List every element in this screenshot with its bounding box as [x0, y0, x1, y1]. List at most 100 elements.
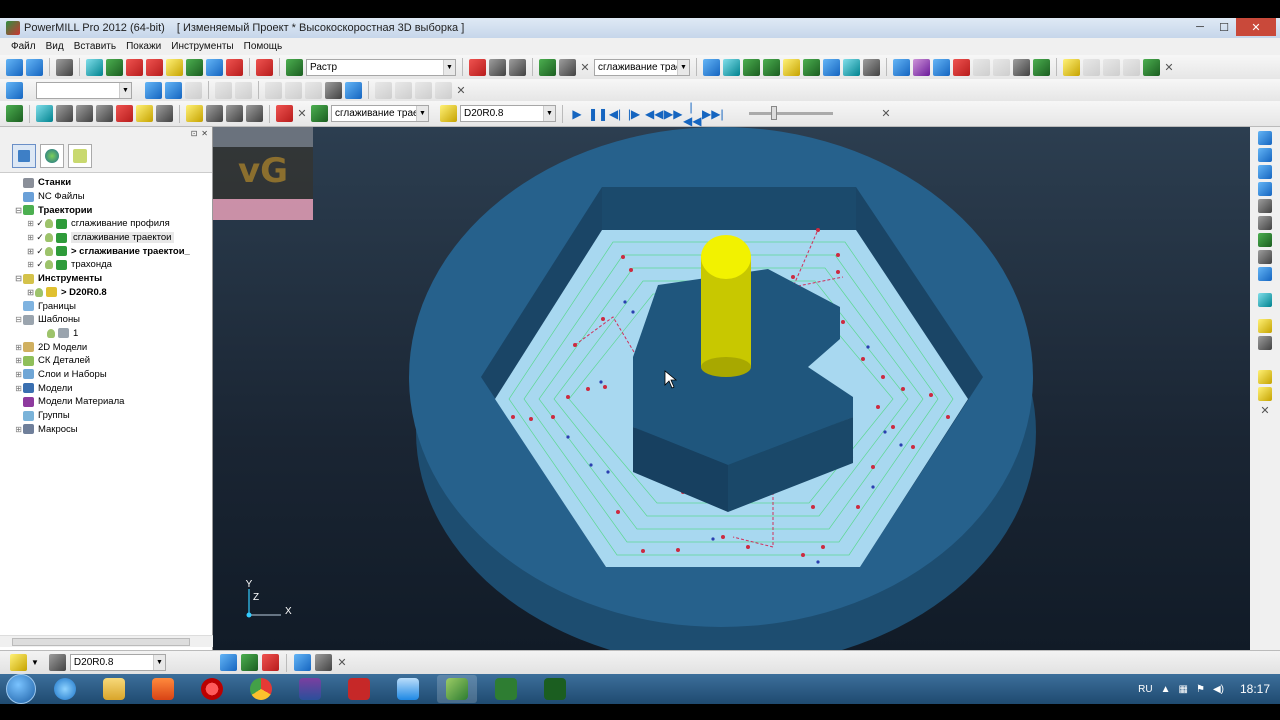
- globe-view-icon[interactable]: [1258, 336, 1272, 350]
- tree-item[interactable]: ⊟ Инструменты: [0, 272, 212, 286]
- shaded-view-icon[interactable]: [913, 58, 930, 76]
- minimize-button[interactable]: ─: [1188, 18, 1212, 36]
- leads-links-icon[interactable]: [166, 58, 183, 76]
- tool-axis-icon[interactable]: [703, 58, 720, 76]
- shaded-model-icon[interactable]: [1258, 293, 1272, 307]
- save-simulation-icon[interactable]: [246, 105, 263, 122]
- tree-item[interactable]: ⊞ Модели: [0, 381, 212, 395]
- taskbar-camtasia-recorder[interactable]: [535, 675, 575, 703]
- stock-shading-icon[interactable]: [156, 105, 173, 122]
- tool-delete-icon[interactable]: [314, 654, 332, 671]
- expand-toggle-icon[interactable]: ⊟: [14, 274, 23, 283]
- rainbow-shading-icon[interactable]: [116, 105, 133, 122]
- measure-view-icon[interactable]: [1258, 370, 1272, 384]
- rewind-icon[interactable]: ◀◀: [645, 107, 663, 121]
- cut-direction-icon[interactable]: [136, 105, 153, 122]
- viewmill-icon[interactable]: [6, 105, 23, 122]
- view-iso4-icon[interactable]: [1258, 182, 1272, 196]
- close-icon[interactable]: ✕: [1259, 404, 1271, 417]
- open-project-icon[interactable]: [6, 58, 23, 76]
- flag-icon[interactable]: ⚑: [1196, 684, 1205, 695]
- rapid-move-heights-icon[interactable]: [106, 58, 123, 76]
- plain-shading-icon[interactable]: [56, 105, 73, 122]
- reorder-icon[interactable]: [783, 58, 800, 76]
- toolpath-combo[interactable]: сглаживание траек ▼: [594, 58, 690, 76]
- active-bulb-icon[interactable]: [45, 233, 53, 243]
- taskbar-camtasia[interactable]: [486, 675, 526, 703]
- raster-strategy-icon[interactable]: [286, 58, 303, 76]
- tree-item[interactable]: ⊞ ✓ сглаживание профиля: [0, 217, 212, 231]
- close-icon[interactable]: ✕: [1163, 61, 1175, 74]
- slider-thumb[interactable]: [771, 106, 777, 120]
- taskbar-opera[interactable]: [192, 675, 232, 703]
- edit-toolpath-icon[interactable]: [469, 58, 486, 76]
- toolpath-list-icon[interactable]: [509, 58, 526, 76]
- tree-item[interactable]: NC Файлы: [0, 190, 212, 204]
- limit-icon[interactable]: [803, 58, 820, 76]
- tool-icon[interactable]: [186, 105, 203, 122]
- simulation-tool-combo[interactable]: D20R0.8 ▼: [460, 105, 556, 122]
- menu-file[interactable]: Файл: [6, 41, 41, 52]
- go-to-end-icon[interactable]: ▶▶|: [702, 107, 724, 121]
- close-icon[interactable]: ✕: [336, 656, 348, 669]
- strategy-combo[interactable]: Растр ▼: [306, 58, 456, 76]
- step-forward-icon[interactable]: |▶: [626, 107, 642, 121]
- tool-holder-icon[interactable]: [261, 654, 279, 671]
- expand-toggle-icon[interactable]: ⊞: [14, 356, 23, 365]
- leads-icon[interactable]: [743, 58, 760, 76]
- tool-pick-icon[interactable]: [293, 654, 311, 671]
- scrollbar-thumb[interactable]: [12, 638, 190, 646]
- network-icon[interactable]: ▦: [1179, 684, 1188, 695]
- toolpath-properties-icon[interactable]: [539, 58, 556, 76]
- tree-item[interactable]: ⊟ Траектории: [0, 203, 212, 217]
- import-model-icon[interactable]: [56, 58, 73, 76]
- tree-item[interactable]: Границы: [0, 299, 212, 313]
- taskbar-powermill[interactable]: [437, 675, 477, 703]
- tree-item[interactable]: ⊞ 2D Модели: [0, 340, 212, 354]
- active-bulb-icon[interactable]: [45, 219, 53, 229]
- active-bulb-icon[interactable]: [47, 328, 55, 338]
- select-all-icon[interactable]: [145, 81, 162, 99]
- view-iso2-icon[interactable]: [1258, 148, 1272, 162]
- visibility-check-icon[interactable]: ✓: [35, 218, 45, 229]
- measure-tool-icon[interactable]: [325, 81, 342, 99]
- view-iso3-icon[interactable]: [1258, 165, 1272, 179]
- tool-database-icon[interactable]: [10, 654, 27, 671]
- split-icon[interactable]: [843, 58, 860, 76]
- close-icon[interactable]: ✕: [579, 61, 591, 74]
- smooth-shading-icon[interactable]: [76, 105, 93, 122]
- graphics-viewport[interactable]: Y X Z vG: [213, 127, 1250, 650]
- expand-toggle-icon[interactable]: ⊞: [26, 233, 35, 242]
- expand-toggle-icon[interactable]: ⊞: [14, 343, 23, 352]
- holder-icon[interactable]: [206, 105, 223, 122]
- expand-toggle-icon[interactable]: ⊞: [14, 384, 23, 393]
- curve-editor-icon[interactable]: [345, 81, 362, 99]
- tree-item[interactable]: ⊞ Слои и Наборы: [0, 368, 212, 382]
- tree-item[interactable]: ⊟ Шаблоны: [0, 313, 212, 327]
- tree-item[interactable]: ⊞ СК Деталей: [0, 354, 212, 368]
- tool-list-icon[interactable]: [48, 654, 66, 671]
- tab-recycle-bin[interactable]: [68, 143, 92, 168]
- feed-rates-icon[interactable]: [146, 58, 163, 76]
- links-icon[interactable]: [723, 58, 740, 76]
- expand-toggle-icon[interactable]: ⊞: [14, 370, 23, 379]
- menu-help[interactable]: Помощь: [239, 41, 288, 52]
- taskbar-ie[interactable]: [45, 675, 85, 703]
- clock[interactable]: 18:17: [1240, 682, 1270, 696]
- active-bulb-icon[interactable]: [35, 287, 43, 297]
- stop-simulation-icon[interactable]: [276, 105, 293, 122]
- cut-icon[interactable]: [863, 58, 880, 76]
- chevron-down-icon[interactable]: ▼: [31, 658, 39, 667]
- zoom-out-icon[interactable]: [1258, 216, 1272, 230]
- grid-view-icon[interactable]: [953, 58, 970, 76]
- zoom-fit-icon[interactable]: [1258, 250, 1272, 264]
- stock-icon[interactable]: [226, 105, 243, 122]
- close-icon[interactable]: ✕: [201, 129, 208, 138]
- tool-activate-icon[interactable]: [240, 654, 258, 671]
- toolpath-stats-icon[interactable]: [559, 58, 576, 76]
- toolpath-strategies-icon[interactable]: [186, 58, 203, 76]
- simulation-speed-slider[interactable]: [749, 106, 833, 120]
- view-iso1-icon[interactable]: [1258, 131, 1272, 145]
- zoom-search-icon[interactable]: [1063, 58, 1080, 76]
- status-tool-combo[interactable]: D20R0.8 ▼: [69, 654, 166, 671]
